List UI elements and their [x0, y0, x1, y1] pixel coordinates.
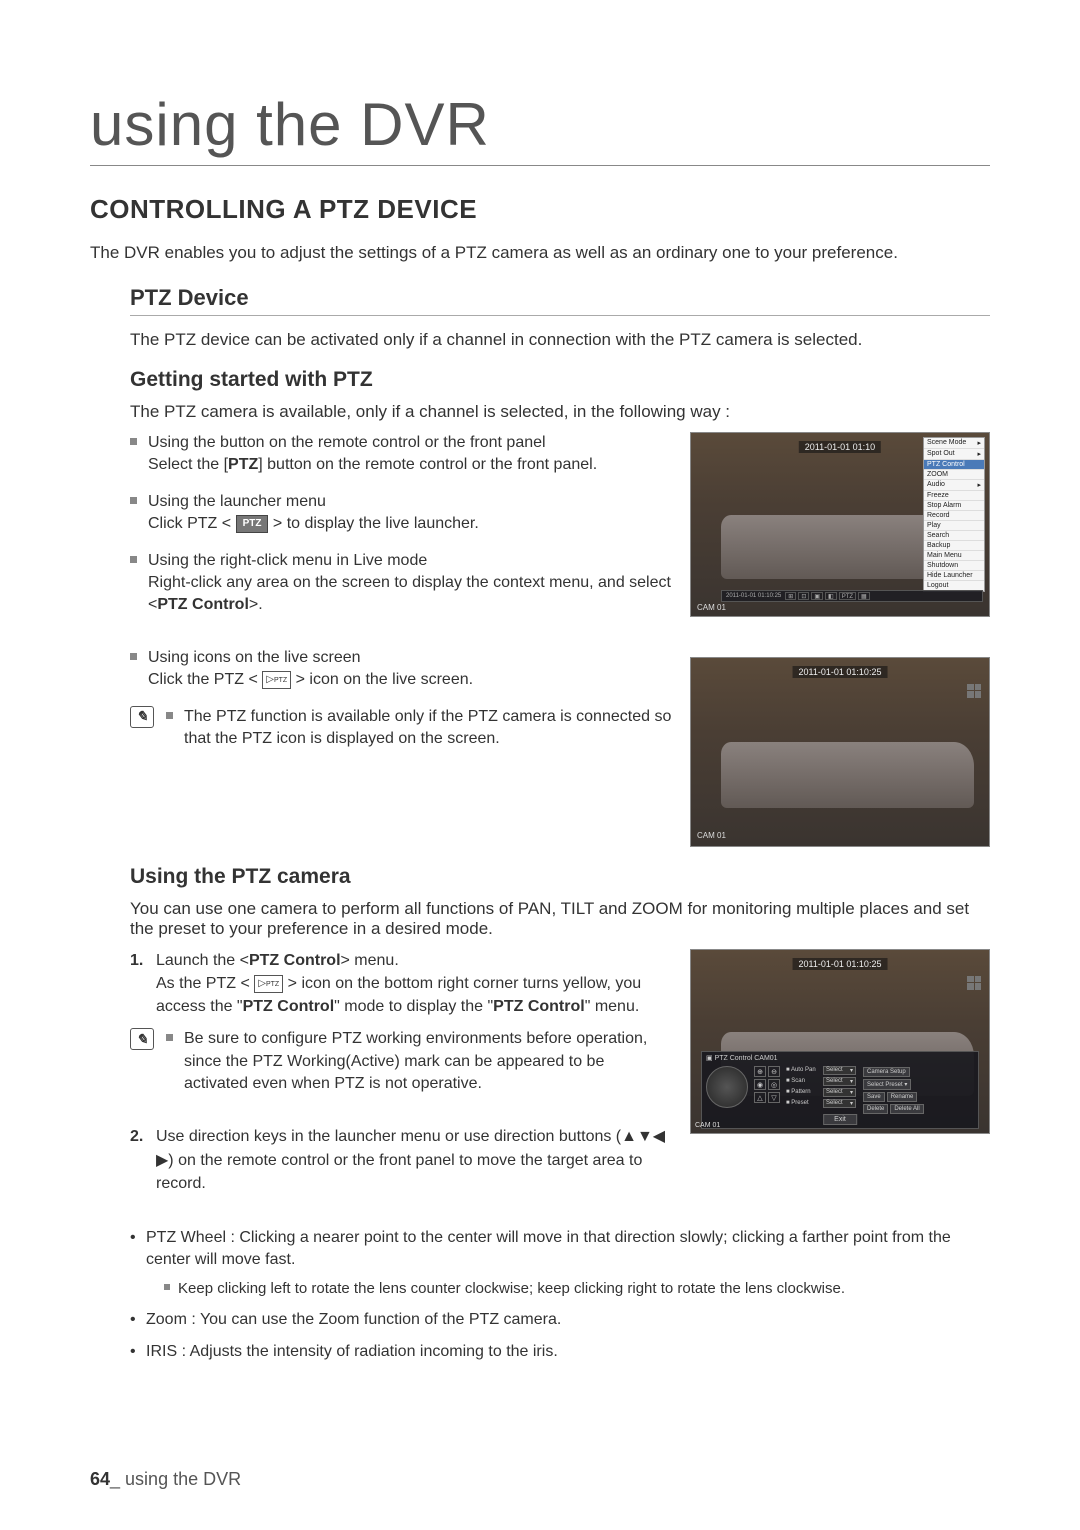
- subsection-using-ptz: Using the PTZ camera: [130, 865, 990, 889]
- bullet-ptz-wheel: PTZ Wheel : Clicking a nearer point to t…: [130, 1227, 990, 1299]
- note-icon: ✎: [130, 1028, 154, 1050]
- panel-title: ▣ PTZ Control CAM01: [702, 1052, 978, 1064]
- step-2: Use direction keys in the launcher menu …: [130, 1125, 672, 1195]
- grid-icon[interactable]: [967, 976, 981, 990]
- menu-item[interactable]: Scene Mode▸: [924, 438, 984, 449]
- ptz-icon: PTZ: [262, 671, 291, 688]
- sub-bullet-rotate: Keep clicking left to rotate the lens co…: [164, 1278, 990, 1299]
- autopan-label: ■ Auto Pan: [786, 1067, 820, 1073]
- launcher-icon[interactable]: ▣: [811, 592, 823, 600]
- menu-item[interactable]: Spot Out▸: [924, 449, 984, 460]
- subsection-ptz-device: PTZ Device: [130, 285, 990, 316]
- gs-note: The PTZ function is available only if th…: [166, 706, 672, 751]
- exit-button[interactable]: Exit: [823, 1114, 857, 1125]
- screenshot-context-menu: 2011-01-01 01:10 Scene Mode▸ Spot Out▸ P…: [690, 432, 990, 617]
- timestamp: 2011-01-01 01:10:25: [793, 958, 888, 970]
- gs-item-launcher: Using the launcher menu Click PTZ < PTZ …: [130, 491, 672, 536]
- page-title: using the DVR: [90, 90, 990, 166]
- step1-note: Be sure to configure PTZ working environ…: [166, 1028, 672, 1095]
- camera-label: CAM 01: [695, 1122, 720, 1129]
- bullet-zoom: Zoom : You can use the Zoom function of …: [130, 1309, 990, 1331]
- bullet-iris: IRIS : Adjusts the intensity of radiatio…: [130, 1341, 990, 1363]
- delete-button[interactable]: Delete: [863, 1104, 888, 1114]
- camera-label: CAM 01: [697, 603, 726, 612]
- page-footer: 64_ using the DVR: [90, 1469, 241, 1490]
- camera-setup-button[interactable]: Camera Setup: [863, 1067, 910, 1077]
- ptz-launcher-button-icon: PTZ: [236, 515, 269, 533]
- live-launcher-bar[interactable]: 2011-01-01 01:10:25 ⊞ ⊡ ▣ ◧ PTZ ▦: [721, 590, 983, 602]
- rename-button[interactable]: Rename: [887, 1092, 918, 1102]
- screenshot-live-ptz-icon: 2011-01-01 01:10:25 CAM 01: [690, 657, 990, 847]
- menu-item[interactable]: Main Menu: [924, 551, 984, 561]
- zoom-out-button[interactable]: ⊖: [768, 1066, 780, 1077]
- menu-item[interactable]: Play: [924, 521, 984, 531]
- launcher-timestamp: 2011-01-01 01:10:25: [724, 592, 783, 600]
- ptz-wheel[interactable]: [706, 1066, 748, 1108]
- menu-item[interactable]: Audio▸: [924, 480, 984, 491]
- focus-near-button[interactable]: ◉: [754, 1079, 766, 1090]
- menu-item[interactable]: ZOOM: [924, 470, 984, 480]
- screenshot-ptz-control-panel: 2011-01-01 01:10:25 ▣ PTZ Control CAM01 …: [690, 949, 990, 1134]
- launcher-icon[interactable]: ◧: [825, 592, 837, 600]
- launcher-icon[interactable]: ⊞: [785, 592, 796, 600]
- using-intro: You can use one camera to perform all fu…: [130, 899, 990, 939]
- iris-open-button[interactable]: △: [754, 1092, 766, 1103]
- scan-select[interactable]: Select▾: [823, 1077, 856, 1086]
- launcher-icon[interactable]: ▦: [858, 592, 870, 600]
- focus-far-button[interactable]: ◎: [768, 1079, 780, 1090]
- section-heading: CONTROLLING A PTZ DEVICE: [90, 194, 990, 225]
- gs-item-icons: Using icons on the live screen Click the…: [130, 647, 672, 692]
- ptz-device-text: The PTZ device can be activated only if …: [130, 330, 990, 350]
- save-button[interactable]: Save: [863, 1092, 885, 1102]
- scan-label: ■ Scan: [786, 1078, 820, 1084]
- menu-item[interactable]: Hide Launcher: [924, 571, 984, 581]
- gs-item-remote: Using the button on the remote control o…: [130, 432, 672, 477]
- ptz-icon: PTZ: [254, 975, 283, 993]
- delete-all-button[interactable]: Delete All: [890, 1104, 923, 1114]
- select-preset-button[interactable]: Select Preset ▾: [863, 1079, 911, 1090]
- iris-close-button[interactable]: ▽: [768, 1092, 780, 1103]
- zoom-in-button[interactable]: ⊕: [754, 1066, 766, 1077]
- gs-intro: The PTZ camera is available, only if a c…: [130, 402, 990, 422]
- menu-item[interactable]: Freeze: [924, 491, 984, 501]
- autopan-select[interactable]: Select▾: [823, 1066, 856, 1075]
- preset-select[interactable]: Select▾: [823, 1099, 856, 1108]
- pattern-label: ■ Pattern: [786, 1089, 820, 1095]
- pattern-select[interactable]: Select▾: [823, 1088, 856, 1097]
- menu-item[interactable]: Record: [924, 511, 984, 521]
- menu-item[interactable]: Backup: [924, 541, 984, 551]
- context-menu[interactable]: Scene Mode▸ Spot Out▸ PTZ Control ZOOM A…: [923, 437, 985, 592]
- timestamp: 2011-01-01 01:10: [799, 441, 881, 453]
- timestamp: 2011-01-01 01:10:25: [793, 666, 888, 678]
- intro-text: The DVR enables you to adjust the settin…: [90, 243, 990, 263]
- menu-item-ptz-control[interactable]: PTZ Control: [924, 460, 984, 470]
- camera-label: CAM 01: [697, 831, 726, 840]
- menu-item[interactable]: Shutdown: [924, 561, 984, 571]
- launcher-icon[interactable]: ⊡: [798, 592, 809, 600]
- subsection-getting-started: Getting started with PTZ: [130, 368, 990, 392]
- grid-icon[interactable]: [967, 684, 981, 698]
- menu-item[interactable]: Stop Alarm: [924, 501, 984, 511]
- note-icon: ✎: [130, 706, 154, 728]
- menu-item[interactable]: Search: [924, 531, 984, 541]
- step-1: Launch the <PTZ Control> menu. As the PT…: [130, 949, 672, 1110]
- launcher-ptz-icon[interactable]: PTZ: [839, 592, 856, 600]
- preset-label: ■ Preset: [786, 1100, 820, 1106]
- ptz-control-panel[interactable]: ▣ PTZ Control CAM01 ⊕ ⊖ ◉ ◎ △ ▽: [701, 1051, 979, 1129]
- gs-item-rightclick: Using the right-click menu in Live mode …: [130, 550, 672, 617]
